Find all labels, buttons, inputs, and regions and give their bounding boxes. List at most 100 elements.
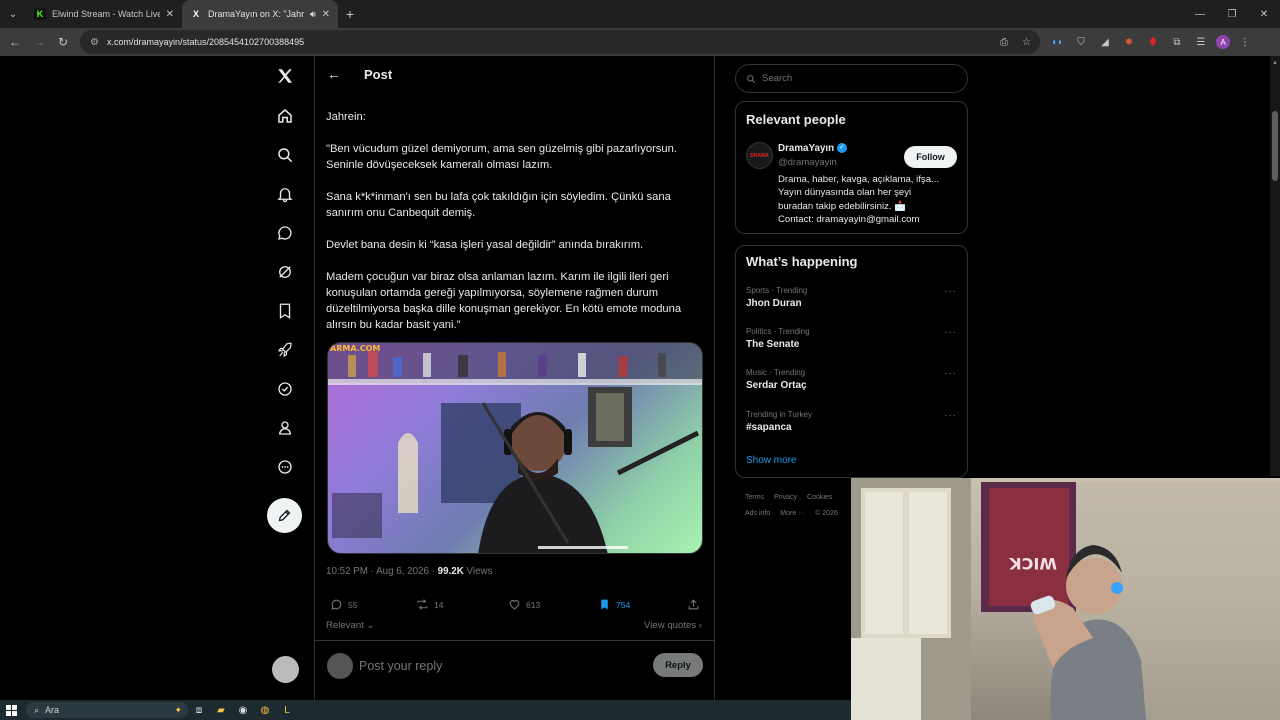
speaker-icon[interactable]: 🔊︎: [310, 9, 316, 20]
menu-kebab-icon[interactable]: ⋮: [1236, 33, 1254, 51]
bookmark-count: 754: [616, 599, 631, 610]
reply-count: 55: [348, 599, 358, 610]
site-info-icon[interactable]: ⚙︎: [90, 37, 99, 48]
extension-icon[interactable]: ✸: [1120, 33, 1138, 51]
search-icon[interactable]: [272, 142, 298, 168]
svg-text:ARMA.COM: ARMA.COM: [330, 344, 380, 353]
person-name-text: DramaYayın: [778, 143, 835, 154]
video-frame-image: ARMA.COM: [328, 343, 702, 553]
compose-post-button[interactable]: [267, 498, 302, 533]
scrollbar-thumb[interactable]: [1272, 111, 1278, 181]
trend-item[interactable]: Trending in Turkey #sapanca ···: [746, 410, 961, 433]
view-quotes-link[interactable]: View quotes ›: [644, 620, 702, 631]
reply-button[interactable]: 55: [330, 598, 358, 611]
post-timestamp: 10:52 PM · Aug 6, 2026 · 99.2K Views: [326, 566, 493, 577]
app-icon[interactable]: L: [276, 700, 298, 720]
install-app-icon[interactable]: ⎙: [1000, 37, 1008, 48]
trend-item[interactable]: Sports · Trending Jhon Duran ···: [746, 286, 961, 309]
extensions-area: ◖◗ ⛉ ◢ ✸ ⬮ ⧉ ☰ A ⋮: [1048, 28, 1254, 56]
reply-composer: Post your reply Reply: [315, 640, 715, 690]
close-tab-icon[interactable]: ✕: [322, 9, 330, 20]
profile-avatar-icon[interactable]: A: [1216, 35, 1230, 49]
more-options-icon[interactable]: ···: [944, 410, 957, 421]
puzzle-icon[interactable]: ⧉: [1168, 33, 1186, 51]
footer-link[interactable]: Ads info: [745, 510, 770, 517]
app-icon[interactable]: ◉: [232, 700, 254, 720]
bookmark-star-icon[interactable]: ☆: [1022, 37, 1031, 48]
trend-name: #sapanca: [746, 422, 792, 433]
footer-link[interactable]: Privacy: [774, 494, 797, 501]
chrome-icon[interactable]: ◍: [254, 700, 276, 720]
window-controls: — ❐ ✕: [1184, 0, 1280, 28]
dramayayin-avatar[interactable]: DRAMA: [746, 142, 773, 169]
more-options-icon[interactable]: ···: [944, 286, 957, 297]
extension-icon[interactable]: ◖◗: [1048, 33, 1066, 51]
bookmarks-icon[interactable]: [272, 298, 298, 324]
post-time[interactable]: 10:52 PM · Aug 6, 2026 ·: [326, 566, 438, 577]
trend-context: Trending in Turkey: [746, 410, 812, 419]
follow-button[interactable]: Follow: [904, 146, 957, 168]
more-options-icon[interactable]: ···: [944, 327, 957, 338]
view-quotes-label: View quotes: [644, 620, 697, 631]
reply-input[interactable]: Post your reply: [359, 659, 442, 673]
more-circle-icon[interactable]: [272, 454, 298, 480]
person-name[interactable]: DramaYayın ✓: [778, 143, 848, 154]
trend-context: Sports · Trending: [746, 286, 808, 295]
search-input[interactable]: Search: [735, 64, 968, 93]
avatar: [327, 653, 353, 679]
share-button[interactable]: [687, 598, 700, 611]
bookmark-button[interactable]: 754: [598, 598, 630, 611]
footer-link[interactable]: Terms: [745, 494, 764, 501]
reading-list-icon[interactable]: ☰: [1192, 33, 1210, 51]
tab-x-post[interactable]: X DramaYayın on X: "Jahrein: "Ben v 🔊︎ ✕: [182, 0, 338, 28]
show-more-link[interactable]: Show more: [746, 455, 797, 466]
taskbar-search[interactable]: ⌕ Ara ✦: [26, 702, 188, 718]
new-tab-button[interactable]: +: [338, 6, 362, 22]
reply-sort-dropdown[interactable]: Relevant ⌄: [326, 620, 375, 631]
restore-icon[interactable]: ❐: [1216, 0, 1248, 28]
tab-kick[interactable]: K Elwind Stream - Watch Live on Kick ✕: [26, 0, 182, 28]
post-actions: 55 14 613 754: [326, 598, 706, 614]
tab-title: DramaYayın on X: "Jahrein: "Ben v: [208, 9, 304, 19]
premium-rocket-icon[interactable]: [272, 337, 298, 363]
footer-link[interactable]: Cookies: [807, 494, 832, 501]
forward-arrow-icon[interactable]: →: [27, 28, 51, 56]
grok-icon[interactable]: [272, 259, 298, 285]
windows-start-icon[interactable]: [0, 700, 22, 720]
trend-item[interactable]: Politics · Trending The Senate ···: [746, 327, 961, 350]
person-handle[interactable]: @dramayayin: [778, 157, 837, 168]
bookmark-filled-icon: [601, 599, 608, 610]
x-logo-icon[interactable]: [272, 63, 298, 89]
task-view-icon[interactable]: ⧈: [188, 700, 210, 720]
post-video[interactable]: ARMA.COM: [327, 342, 703, 554]
extension-icon[interactable]: ⬮: [1144, 33, 1162, 51]
file-explorer-icon[interactable]: ▰: [210, 700, 232, 720]
more-options-icon[interactable]: ···: [944, 368, 957, 379]
scroll-up-icon[interactable]: ▲: [1272, 60, 1278, 66]
back-arrow-icon[interactable]: ←: [3, 28, 27, 56]
extension-icon[interactable]: ◢: [1096, 33, 1114, 51]
minimize-icon[interactable]: —: [1184, 0, 1216, 28]
close-tab-icon[interactable]: ✕: [166, 9, 174, 20]
views-count: 99.2K: [437, 566, 464, 577]
close-window-icon[interactable]: ✕: [1248, 0, 1280, 28]
tab-search-dropdown-icon[interactable]: ⌄: [0, 0, 26, 28]
messages-icon[interactable]: [272, 220, 298, 246]
address-bar[interactable]: ⚙︎ x.com/dramayayin/status/2085454102700…: [80, 30, 1040, 54]
relevant-people-title: Relevant people: [746, 112, 846, 127]
notifications-bell-icon[interactable]: [272, 181, 298, 207]
reply-submit-button[interactable]: Reply: [653, 653, 703, 677]
home-icon[interactable]: [272, 103, 298, 129]
back-arrow-icon[interactable]: ←: [327, 66, 341, 82]
trend-item[interactable]: Music · Trending Serdar Ortaç ···: [746, 368, 961, 391]
profile-icon[interactable]: [272, 415, 298, 441]
reload-icon[interactable]: ↻: [51, 28, 75, 56]
page-scrollbar[interactable]: ▲: [1270, 56, 1280, 476]
shield-icon[interactable]: ⛉: [1072, 33, 1090, 51]
like-button[interactable]: 613: [508, 598, 540, 611]
footer-link[interactable]: More ···: [780, 510, 805, 517]
account-avatar[interactable]: [272, 656, 299, 683]
repost-button[interactable]: 14: [416, 598, 444, 611]
verified-orgs-icon[interactable]: [272, 376, 298, 402]
chevron-down-icon: ⌄: [363, 620, 375, 631]
